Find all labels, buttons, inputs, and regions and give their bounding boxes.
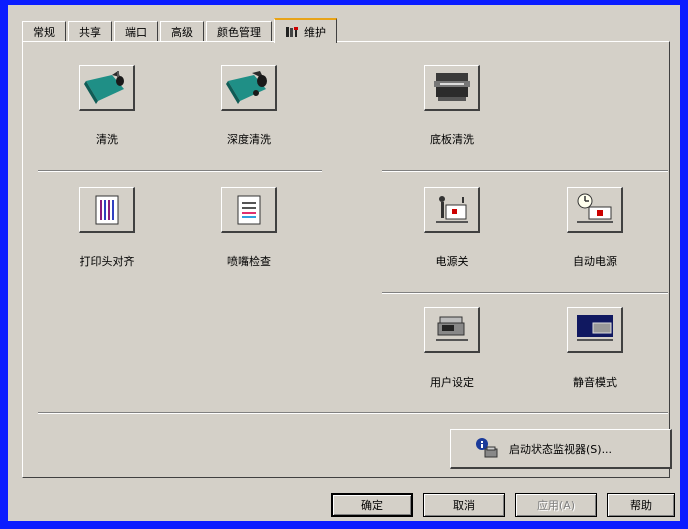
tab-color-management[interactable]: 颜色管理	[206, 21, 272, 42]
auto-power-icon	[576, 193, 613, 223]
quiet-mode-icon	[576, 314, 613, 341]
bottom-plate-clean-button[interactable]	[424, 65, 480, 111]
nozzle-check-label: 喷嘴检查	[227, 255, 271, 268]
tab-label: 高级	[171, 26, 193, 39]
power-off-label: 电源关	[435, 255, 469, 268]
tab-label: 共享	[79, 26, 101, 39]
tab-advanced[interactable]: 高级	[160, 21, 204, 42]
tab-label: 常规	[33, 26, 55, 39]
nozzle-check-icon	[237, 195, 260, 224]
quiet-mode-label: 静音模式	[573, 376, 617, 389]
apply-button[interactable]: 应用(A)	[515, 493, 597, 517]
power-off-icon	[435, 195, 468, 223]
auto-power-label: 自动电源	[573, 255, 617, 268]
deep-clean-button[interactable]	[221, 65, 277, 111]
ok-label: 确定	[361, 499, 383, 512]
cancel-button[interactable]: 取消	[423, 493, 505, 517]
head-align-button[interactable]	[79, 187, 135, 233]
clean-button[interactable]	[79, 65, 135, 111]
separator	[38, 412, 668, 414]
head-align-label: 打印头对齐	[79, 255, 135, 268]
help-label: 帮助	[630, 499, 652, 512]
tab-label: 颜色管理	[217, 26, 261, 39]
head-alignment-icon	[95, 195, 118, 224]
status-monitor-icon	[476, 437, 498, 457]
separator	[38, 170, 322, 172]
bottom-plate-clean-label: 底板清洗	[430, 133, 474, 146]
cancel-label: 取消	[453, 499, 475, 512]
print-head-deep-clean-icon	[225, 70, 267, 104]
apply-label: 应用(A)	[536, 499, 576, 512]
tab-strip: 常规 共享 端口 高级 颜色管理 维护	[22, 16, 339, 43]
ok-button[interactable]: 确定	[331, 493, 413, 517]
separator	[382, 292, 668, 294]
clean-label: 清洗	[96, 133, 118, 146]
nozzle-check-button[interactable]	[221, 187, 277, 233]
status-monitor-label: 启动状态监视器(S)...	[509, 442, 613, 456]
power-off-button[interactable]	[424, 187, 480, 233]
tab-label: 端口	[125, 26, 147, 39]
print-head-clean-icon	[83, 70, 124, 104]
tab-maintenance[interactable]: 维护	[274, 18, 337, 43]
quiet-mode-button[interactable]	[567, 307, 623, 353]
auto-power-button[interactable]	[567, 187, 623, 233]
printer-bottom-plate-icon	[433, 72, 470, 101]
tab-general[interactable]: 常规	[22, 21, 66, 42]
printer-settings-icon	[435, 316, 468, 341]
status-monitor-button[interactable]: 启动状态监视器(S)...	[450, 429, 672, 469]
custom-settings-button[interactable]	[424, 307, 480, 353]
deep-clean-label: 深度清洗	[227, 133, 271, 146]
help-button[interactable]: 帮助	[607, 493, 675, 517]
custom-settings-label: 用户设定	[430, 376, 474, 389]
tab-sharing[interactable]: 共享	[68, 21, 112, 42]
tab-ports[interactable]: 端口	[114, 21, 158, 42]
tab-label: 维护	[304, 25, 326, 39]
maintenance-tools-icon	[285, 26, 299, 38]
separator	[382, 170, 668, 172]
